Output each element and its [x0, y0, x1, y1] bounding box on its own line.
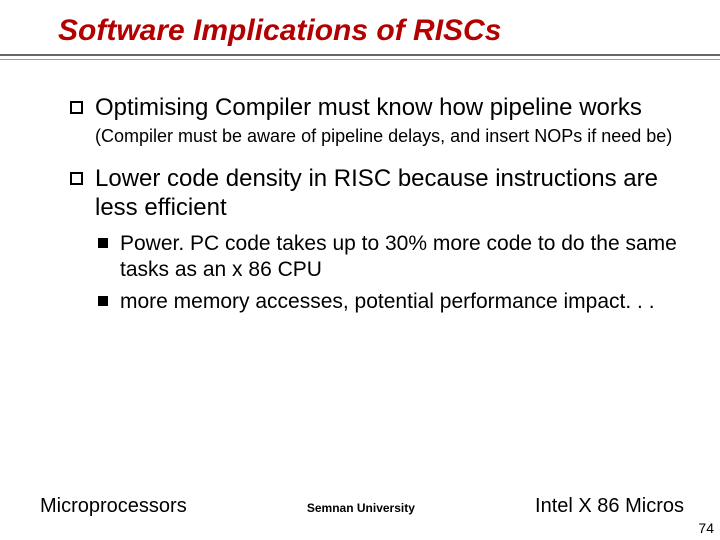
slide: Software Implications of RISCs Optimisin… — [0, 0, 720, 540]
footer: Microprocessors Semnan University Intel … — [0, 495, 720, 518]
footer-center: Semnan University — [187, 501, 535, 515]
footer-left: Microprocessors — [40, 495, 187, 518]
content-area: Optimising Compiler must know how pipeli… — [0, 60, 720, 316]
filled-square-icon — [98, 238, 108, 248]
bullet-level-2: Power. PC code takes up to 30% more code… — [70, 231, 686, 284]
slide-title: Software Implications of RISCs — [58, 14, 720, 48]
hollow-square-icon — [70, 172, 83, 185]
footer-right: Intel X 86 Micros — [535, 495, 684, 518]
bullet-text: Optimising Compiler must know how pipeli… — [95, 94, 642, 123]
sub-bullet-text: Power. PC code takes up to 30% more code… — [120, 231, 686, 284]
page-number: 74 — [698, 520, 714, 536]
bullet-level-1: Optimising Compiler must know how pipeli… — [70, 94, 686, 123]
bullet-text: Lower code density in RISC because instr… — [95, 165, 686, 223]
sub-bullet-text: more memory accesses, potential performa… — [120, 289, 655, 315]
bullet-level-2: more memory accesses, potential performa… — [70, 289, 686, 315]
bullet-note: (Compiler must be aware of pipeline dela… — [95, 125, 686, 148]
hollow-square-icon — [70, 101, 83, 114]
title-block: Software Implications of RISCs — [0, 0, 720, 54]
bullet-level-1: Lower code density in RISC because instr… — [70, 165, 686, 223]
filled-square-icon — [98, 296, 108, 306]
